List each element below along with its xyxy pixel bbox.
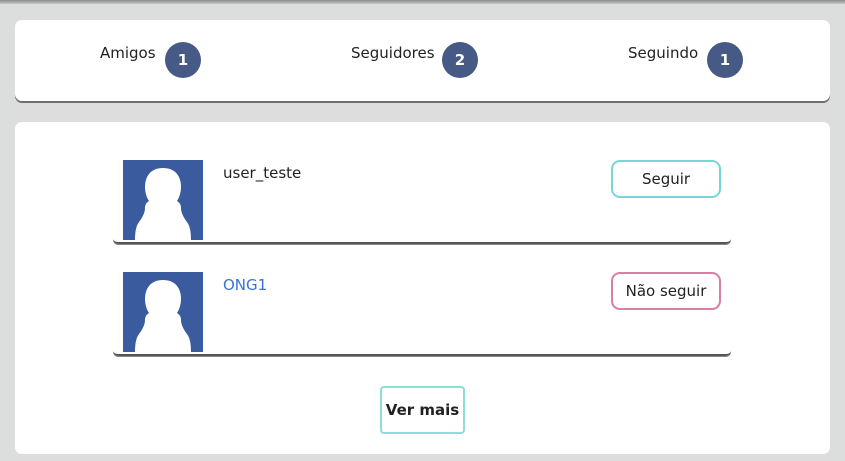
stat-friends[interactable]: Amigos 1 [15,20,287,101]
stat-following-label: Seguindo [628,44,699,62]
stat-followers[interactable]: Seguidores 2 [287,20,559,101]
username-link[interactable]: user_teste [223,164,301,182]
see-more-button[interactable]: Ver mais [380,386,465,434]
user-row: ONG1 Não seguir [113,264,731,356]
username-link[interactable]: ONG1 [223,276,267,294]
following-count-badge: 1 [707,42,743,78]
followers-count-badge: 2 [442,42,478,78]
follow-button[interactable]: Seguir [611,160,721,198]
stat-followers-label: Seguidores [351,44,435,62]
stat-following[interactable]: Seguindo 1 [559,20,830,101]
user-row: user_teste Seguir [113,152,731,244]
friends-count-badge: 1 [165,42,201,78]
user-list-card: user_teste Seguir ONG1 Não seguir Ver ma… [15,122,830,454]
unfollow-button[interactable]: Não seguir [611,272,721,310]
user-silhouette-icon[interactable] [123,160,203,240]
top-shadow-bar [0,0,845,4]
user-silhouette-icon[interactable] [123,272,203,352]
stat-friends-label: Amigos [100,44,156,62]
stats-card: Amigos 1 Seguidores 2 Seguindo 1 [15,20,830,101]
